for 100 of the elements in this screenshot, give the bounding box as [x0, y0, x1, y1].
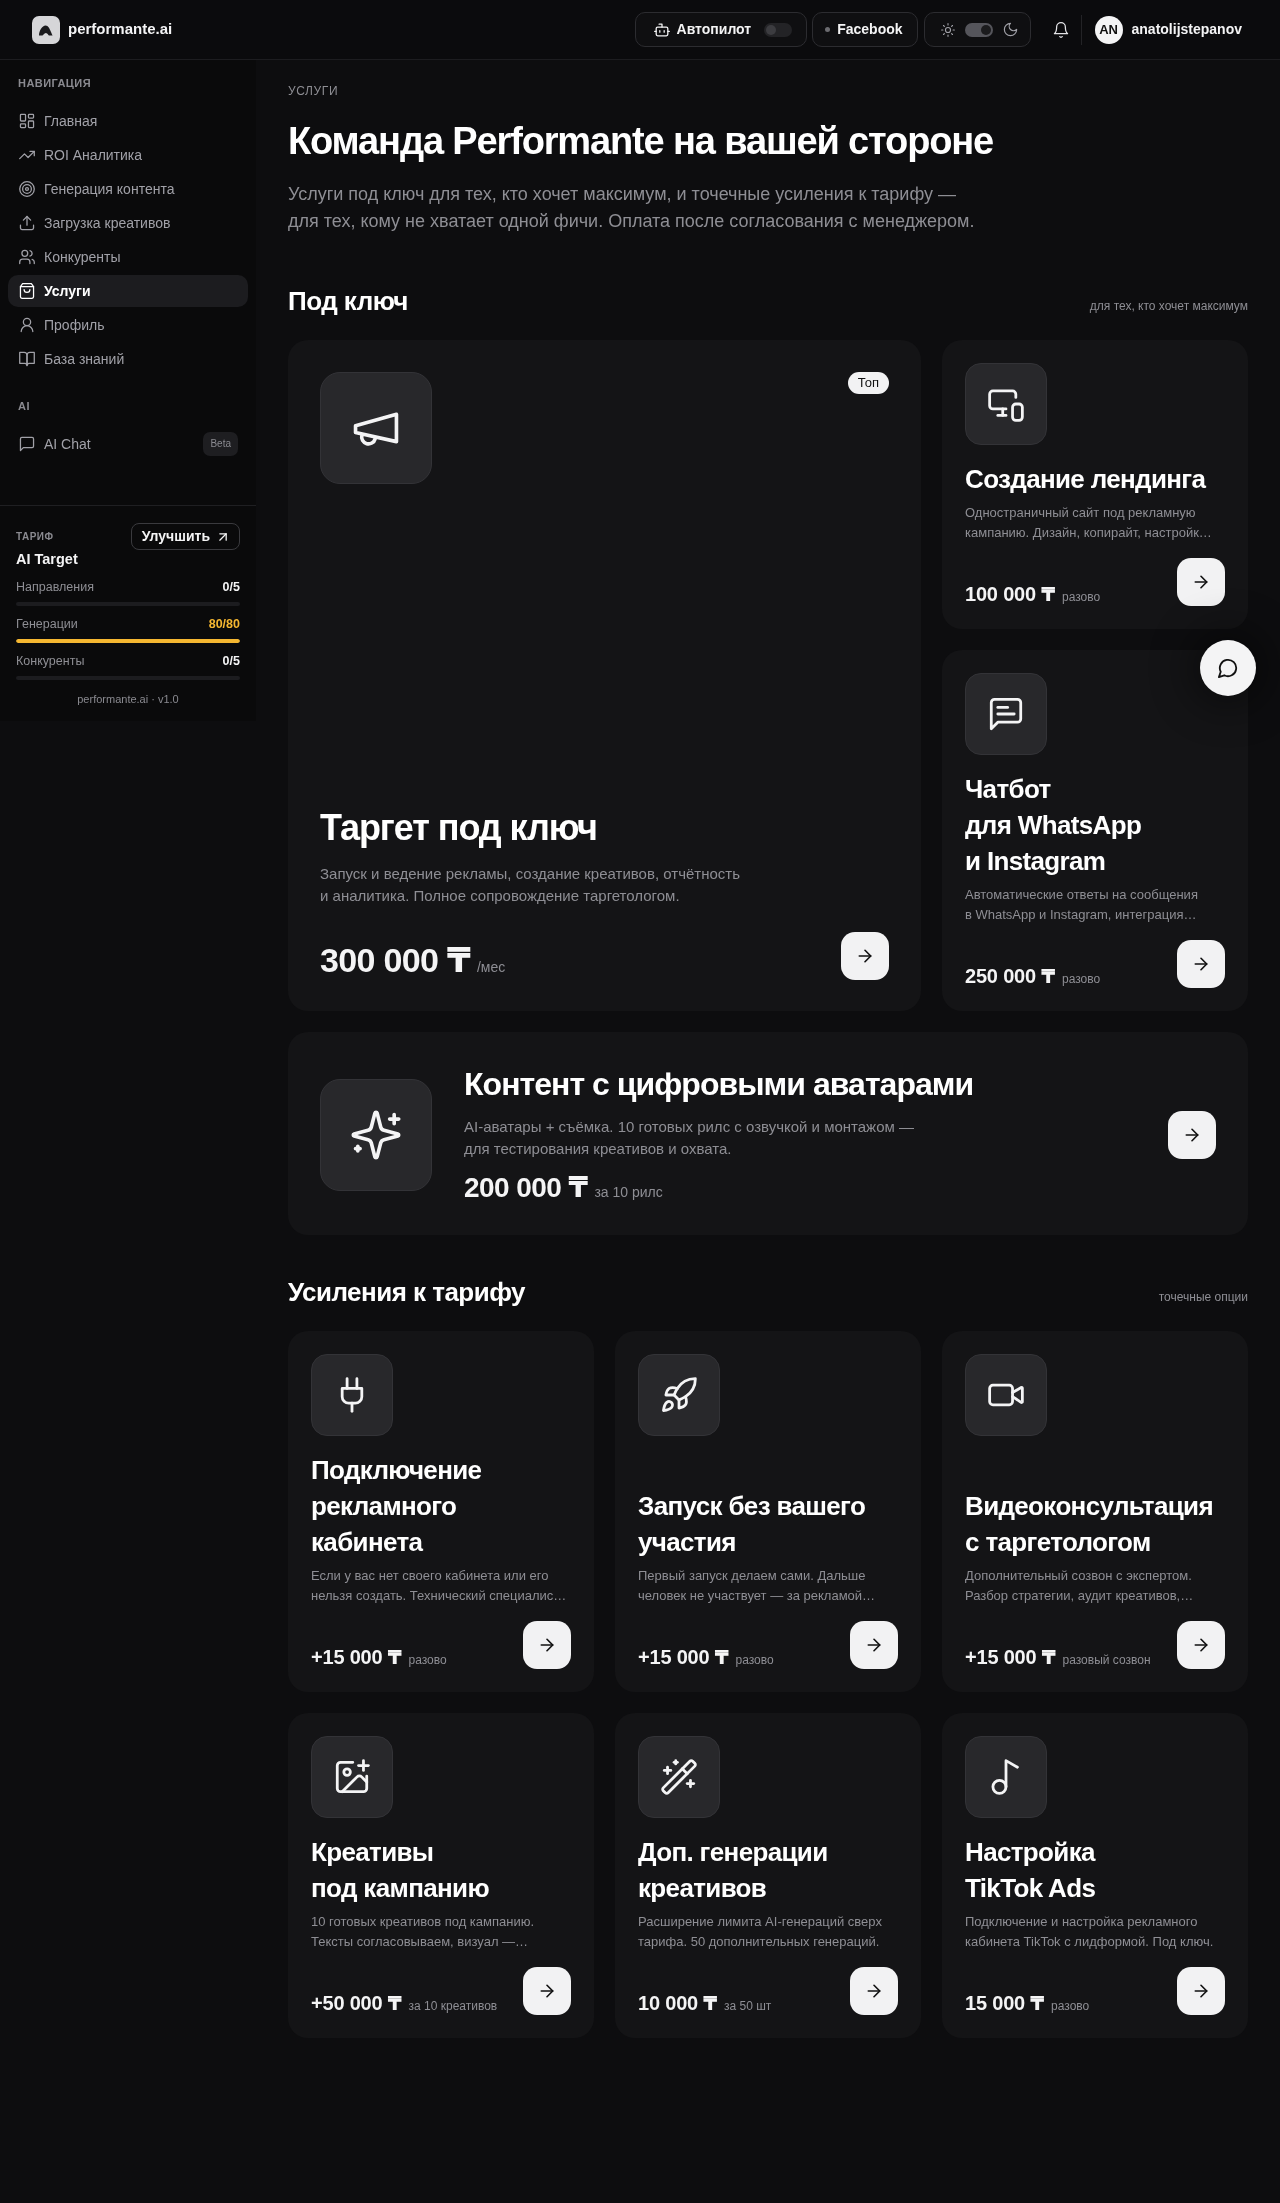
top-badge: Топ: [847, 372, 889, 394]
plug-icon: [311, 1354, 393, 1436]
section-note: для тех, кто хочет максимум: [1089, 298, 1248, 315]
price: 250 000 ₸: [965, 964, 1055, 988]
beta-badge: Beta: [203, 432, 238, 456]
arrow-right-icon: [1192, 1982, 1210, 2000]
price: 10 000 ₸: [638, 1991, 718, 2015]
sidebar-item[interactable]: Профиль: [8, 309, 248, 341]
theme-switch[interactable]: [964, 22, 993, 37]
sidebar-item[interactable]: Генерация контента: [8, 173, 248, 205]
card-description: Если у вас нет своего кабинета или его нельзя создать. Технический специалис…: [311, 1567, 568, 1605]
breadcrumb-label: УСЛУГИ: [288, 83, 340, 99]
price-period: разово: [735, 1652, 774, 1669]
book-icon: [19, 351, 35, 367]
arrow-button[interactable]: [1177, 940, 1225, 988]
arrow-right-icon: [856, 947, 874, 965]
arrow-button[interactable]: [850, 1967, 898, 2015]
card-title: Настройка TikTok Ads: [965, 1836, 1097, 1905]
target-icon: [19, 181, 35, 197]
chat-button[interactable]: [1200, 640, 1256, 696]
sun-icon[interactable]: [940, 22, 955, 37]
autopilot-switch[interactable]: [764, 22, 793, 37]
arrow-button[interactable]: [523, 1621, 571, 1669]
price: +15 000 ₸: [311, 1645, 402, 1669]
arrow-button[interactable]: [1177, 1621, 1225, 1669]
sidebar-item[interactable]: Главная: [8, 105, 248, 137]
upgrade-button[interactable]: Улучшить: [130, 523, 240, 550]
price: 100 000 ₸: [965, 582, 1055, 606]
video-camera-icon: [965, 1354, 1047, 1436]
arrow-button[interactable]: [1177, 558, 1225, 606]
status-dot-icon: [825, 27, 831, 32]
arrow-right-icon: [1192, 955, 1210, 973]
arrow-button[interactable]: [1168, 1110, 1216, 1159]
logo-icon[interactable]: [32, 15, 60, 44]
card-description: AI-аватары + съёмка. 10 готовых рилс с озвучкой и монтажом — для тестирования креативов и охвата.: [464, 1117, 915, 1159]
limit-label: Генерации: [16, 616, 78, 632]
arrow-right-icon: [538, 1636, 556, 1654]
price-period: за 10 рилс: [594, 1183, 663, 1202]
arrow-button[interactable]: [1177, 1967, 1225, 2015]
section-note: точечные опции: [1158, 1289, 1248, 1306]
page-title: Команда Performante на вашей стороне: [288, 119, 995, 164]
shopping-bag-icon: [19, 283, 35, 299]
sidebar-item[interactable]: AI Chat Beta: [8, 428, 248, 460]
limit-value: 0/5: [222, 579, 240, 595]
robot-icon: [653, 21, 670, 38]
arrow-button[interactable]: [523, 1967, 571, 2015]
sidebar-item[interactable]: Загрузка креативов: [8, 207, 248, 239]
card-description: Автоматические ответы на сообщения в WhatsApp и Instagram, интеграция…: [965, 886, 1199, 924]
arrow-button[interactable]: [850, 1621, 898, 1669]
rocket-icon: [638, 1354, 720, 1436]
version-label: performante.ai · v1.0: [76, 692, 180, 706]
sidebar-item[interactable]: База знаний: [8, 343, 248, 375]
card-title: Запуск без вашего участия: [638, 1490, 867, 1559]
price-period: за 10 креативов: [408, 1998, 498, 2015]
music-note-icon: [965, 1736, 1047, 1818]
user-name[interactable]: anatolijstepanov: [1131, 19, 1242, 40]
sparkles-icon: [320, 1078, 432, 1191]
card-title: Креативы под кампанию: [311, 1836, 490, 1905]
price: 200 000 ₸: [464, 1171, 588, 1205]
dashboard-icon: [19, 113, 35, 129]
monitor-phone-icon: [965, 363, 1047, 445]
arrow-right-icon: [1192, 1636, 1210, 1654]
autopilot-button[interactable]: Автопилот: [634, 12, 808, 47]
price-period: разово: [1061, 589, 1101, 606]
card-title: Контент с цифровыми аватарами: [464, 1065, 974, 1104]
price: +15 000 ₸: [965, 1645, 1056, 1669]
card-title: Таргет под ключ: [320, 806, 598, 850]
arrow-right-icon: [865, 1982, 883, 2000]
sidebar-item[interactable]: Услуги: [8, 275, 248, 307]
price-period: разово: [1051, 1998, 1090, 2015]
section-label: НАВИГАЦИЯ: [17, 76, 93, 90]
limit-value: 80/80: [208, 616, 240, 632]
moon-icon[interactable]: [1002, 22, 1018, 37]
message-text-icon: [965, 673, 1047, 755]
chat-bubble-icon: [1218, 658, 1238, 678]
platform-button[interactable]: Facebook: [812, 12, 918, 47]
price-period: /мес: [476, 958, 506, 977]
card-title: Доп. генерации креативов: [638, 1836, 829, 1905]
magic-wand-icon: [638, 1736, 720, 1818]
sidebar-item[interactable]: ROI Аналитика: [8, 139, 248, 171]
plan-label: ТАРИФ: [16, 530, 54, 544]
arrow-button[interactable]: [841, 932, 889, 980]
bell-icon[interactable]: [1052, 21, 1069, 38]
price-period: разово: [408, 1652, 447, 1669]
price: +50 000 ₸: [311, 1991, 402, 2015]
card-title: Создание лендинга: [965, 463, 1207, 496]
section-title: Усиления к тарифу: [288, 1276, 526, 1308]
users-icon: [19, 249, 35, 265]
arrow-right-icon: [865, 1636, 883, 1654]
sidebar-item[interactable]: Конкуренты: [8, 241, 248, 273]
megaphone-icon: [320, 372, 432, 484]
limit-label: Направления: [16, 579, 94, 595]
price: 15 000 ₸: [965, 1991, 1045, 2015]
card-description: Запуск и ведение рекламы, создание креативов, отчётность и аналитика. Полное сопровождение таргетологом.: [320, 864, 741, 906]
page-subtitle: Услуги под ключ для тех, кто хочет максимум, и точечные усиления к тарифу — для тех, кому не хватает одной фичи. Оплата после согласования с менеджером.: [288, 183, 976, 233]
upload-icon: [19, 215, 35, 231]
user-avatar[interactable]: AN: [1094, 15, 1123, 44]
card-description: 10 готовых креативов под кампанию. Тексты согласовываем, визуал —…: [311, 1913, 536, 1951]
card-description: Расширение лимита AI-генераций сверх тарифа. 50 дополнительных генераций.: [638, 1913, 883, 1951]
brand-name[interactable]: performante.ai: [68, 18, 173, 41]
